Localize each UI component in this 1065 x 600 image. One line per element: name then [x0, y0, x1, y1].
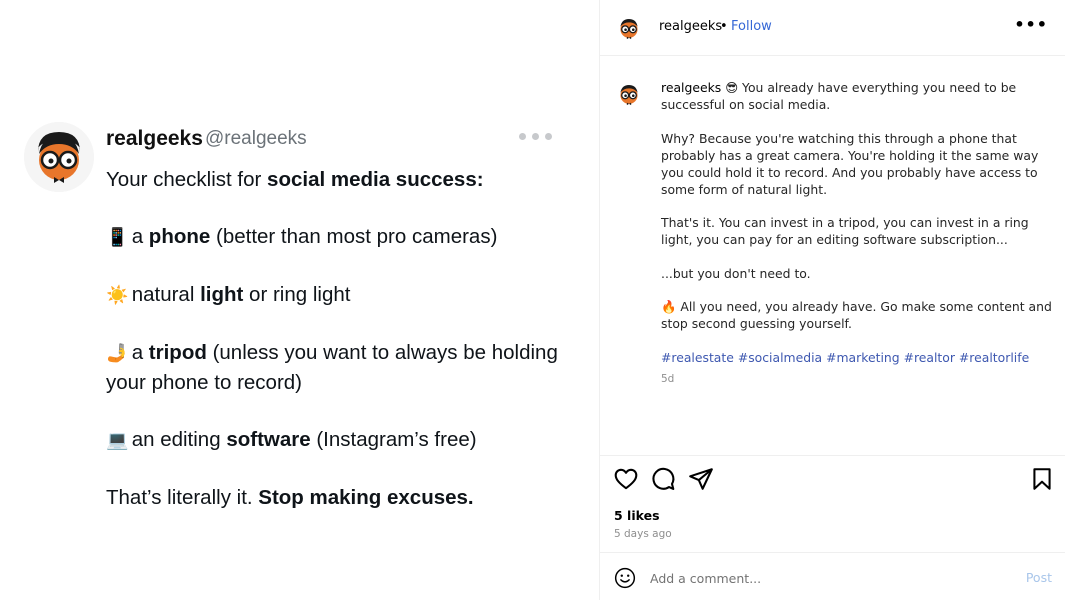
tweet-author-handle: @realgeeks: [205, 128, 307, 149]
checklist-item-phone: 📱 a phone (better than most pro cameras): [106, 223, 576, 253]
caption-paragraph: Why? Because you're watching this throug…: [661, 130, 1039, 197]
like-count[interactable]: 5 likes: [614, 508, 660, 523]
hashtag-link[interactable]: #realtor: [904, 350, 955, 365]
heart-icon[interactable]: [613, 466, 639, 492]
tweet-body: Your checklist for social media success:…: [106, 166, 576, 512]
post-header: realgeeks • Follow •••: [600, 0, 1065, 56]
hashtag-link[interactable]: #socialmedia: [738, 350, 822, 365]
more-options-icon[interactable]: •••: [1014, 15, 1048, 34]
post-timestamp: 5 days ago: [614, 528, 672, 540]
tweet-more-icon: [519, 133, 552, 140]
comment-icon[interactable]: [650, 466, 676, 492]
checklist-item-software: 💻 an editing software (Instagram’s free): [106, 426, 576, 456]
caption-username[interactable]: realgeeks: [661, 80, 721, 95]
tweet-headline: Your checklist for social media success:: [106, 168, 484, 191]
bookmark-icon[interactable]: [1029, 466, 1055, 492]
tweet-avatar: [24, 122, 94, 192]
tweet-author-name: realgeeks: [106, 127, 203, 150]
caption-age: 5d: [661, 373, 675, 385]
phone-icon: 📱: [106, 227, 129, 248]
comment-bar: Post: [600, 552, 1065, 600]
post-details-panel: realgeeks • Follow ••• realgeeks 😎 You a…: [600, 0, 1065, 600]
hashtag-link[interactable]: #realestate: [661, 350, 734, 365]
caption-paragraph: ...but you don't need to.: [661, 265, 811, 281]
comment-input[interactable]: [650, 565, 1010, 591]
header-username[interactable]: realgeeks: [659, 19, 722, 34]
laptop-icon: 💻: [106, 429, 129, 451]
checklist-item-light: ☀️ natural light or ring light: [106, 281, 576, 311]
post-caption: realgeeks 😎 You already have everything …: [661, 80, 1053, 366]
avatar[interactable]: [614, 13, 644, 43]
hashtag-link[interactable]: #realtorlife: [959, 350, 1029, 365]
caption-paragraph: That's it. You can invest in a tripod, y…: [661, 215, 1029, 247]
smiley-icon[interactable]: [614, 567, 636, 589]
tweet-closing: That’s literally it. Stop making excuses…: [106, 485, 474, 509]
actions-divider: [600, 455, 1065, 456]
caption-avatar[interactable]: [614, 79, 644, 109]
sun-icon: ☀️: [106, 285, 129, 306]
post-image: realgeeks @realgeeks Your checklist for …: [0, 0, 599, 600]
selfie-icon: 🤳: [106, 343, 129, 364]
post-comment-button[interactable]: Post: [1026, 570, 1052, 585]
header-separator: •: [720, 19, 728, 34]
hashtag-link[interactable]: #marketing: [826, 350, 900, 365]
sunglasses-icon: 😎: [725, 80, 739, 95]
follow-button[interactable]: Follow: [731, 19, 772, 34]
fire-icon: 🔥: [661, 299, 677, 314]
share-icon[interactable]: [688, 466, 714, 492]
checklist-item-tripod: 🤳 a tripod (unless you want to always be…: [106, 341, 558, 394]
hashtag-list: #realestate #socialmedia #marketing #rea…: [661, 349, 1053, 366]
